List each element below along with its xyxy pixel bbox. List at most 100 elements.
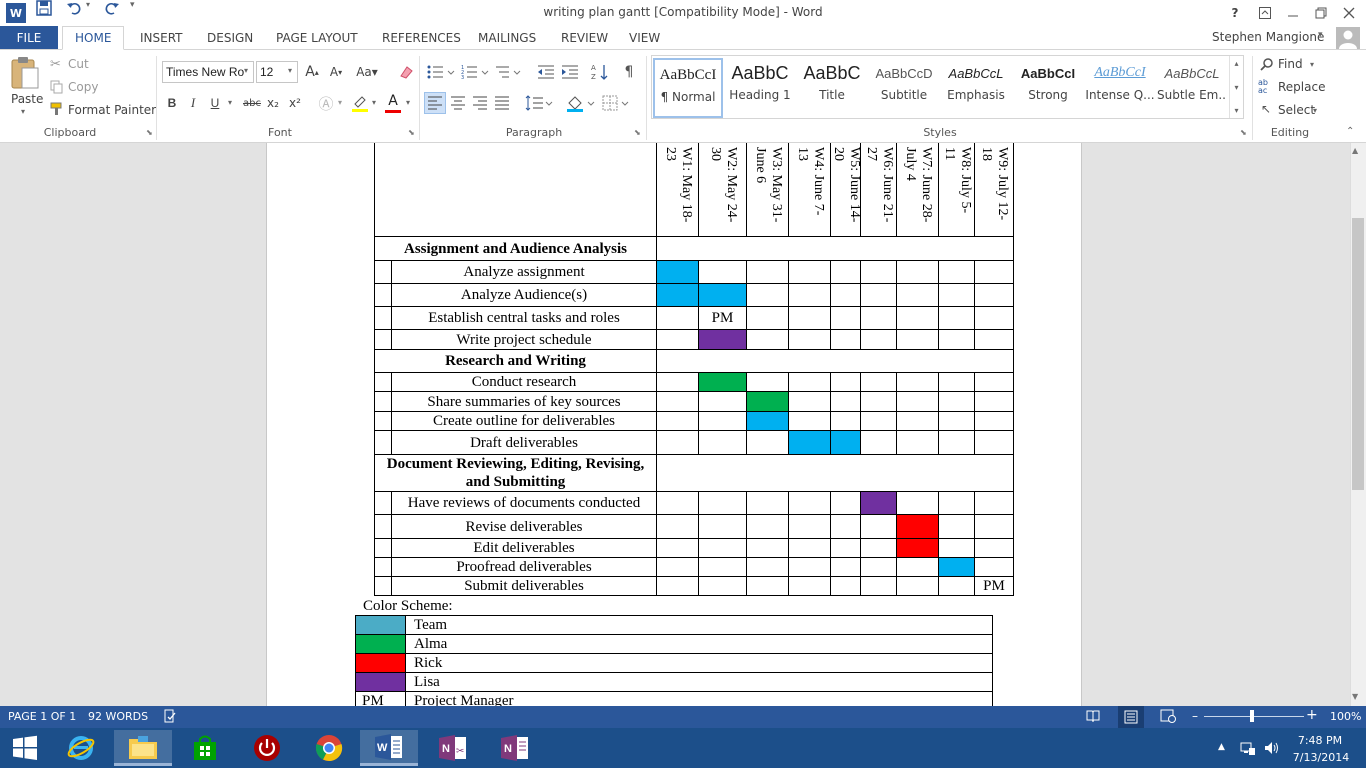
gantt-cell[interactable] (938, 283, 975, 307)
file-explorer-icon[interactable] (114, 730, 172, 766)
onenote-clip-icon[interactable]: N ✂ (424, 730, 482, 766)
underline-dropdown-icon[interactable]: ▾ (228, 98, 232, 107)
task-name[interactable]: Conduct research (391, 372, 657, 392)
gantt-cell[interactable] (830, 329, 861, 350)
chevron-down-icon[interactable]: ▾ (1310, 60, 1314, 69)
gantt-cell[interactable] (896, 329, 939, 350)
chevron-down-icon[interactable]: ▾ (338, 98, 342, 107)
gantt-cell[interactable] (830, 576, 861, 596)
gantt-cell[interactable] (746, 329, 789, 350)
task-name[interactable]: Write project schedule (391, 329, 657, 350)
word-icon[interactable]: W (360, 730, 418, 766)
gantt-cell[interactable] (830, 391, 861, 412)
gantt-bar-team[interactable] (656, 260, 699, 284)
gantt-cell-role[interactable]: PM (698, 306, 747, 330)
gantt-cell[interactable] (746, 283, 789, 307)
font-name-combo[interactable]: Times New Ro (162, 61, 254, 83)
copy-button[interactable]: Copy (68, 80, 98, 94)
tab-design[interactable]: DESIGN (207, 26, 253, 50)
proofing-icon[interactable] (163, 709, 177, 723)
gantt-bar-lisa[interactable] (698, 329, 747, 350)
gantt-cell[interactable] (860, 283, 897, 307)
underline-button[interactable]: U (208, 93, 222, 113)
scrollbar-thumb[interactable] (1352, 218, 1364, 490)
gantt-cell[interactable] (860, 391, 897, 412)
gantt-cell[interactable] (698, 391, 747, 412)
gantt-cell[interactable] (974, 430, 1014, 455)
gantt-cell[interactable] (746, 491, 789, 515)
gantt-cell[interactable] (788, 514, 831, 539)
chevron-down-icon[interactable]: ▾ (1234, 83, 1238, 92)
gantt-cell[interactable] (938, 372, 975, 392)
gantt-cell[interactable] (656, 329, 699, 350)
gantt-cell[interactable] (788, 329, 831, 350)
undo-dropdown-icon[interactable]: ▾ (86, 0, 96, 9)
align-left-button[interactable] (424, 92, 446, 114)
gantt-cell[interactable] (698, 491, 747, 515)
zoom-slider[interactable] (1204, 716, 1304, 717)
styles-scroll[interactable]: ▴ ▾ ▾ (1229, 56, 1243, 118)
gantt-cell[interactable] (896, 576, 939, 596)
gantt-cell[interactable] (974, 329, 1014, 350)
gantt-cell[interactable] (656, 306, 699, 330)
clock-time[interactable]: 7:48 PM (1296, 734, 1344, 747)
gantt-cell[interactable] (896, 306, 939, 330)
gantt-cell[interactable] (860, 576, 897, 596)
cut-button[interactable]: Cut (68, 57, 89, 71)
gantt-cell[interactable] (938, 329, 975, 350)
gantt-cell[interactable] (698, 538, 747, 558)
onenote-icon[interactable]: N (486, 730, 544, 766)
style-strong[interactable]: AaBbCcI Strong (1013, 58, 1083, 118)
gantt-cell[interactable] (788, 306, 831, 330)
dialog-launcher-icon[interactable]: ⬊ (408, 128, 415, 137)
task-name[interactable]: Share summaries of key sources (391, 391, 657, 412)
gantt-cell[interactable] (746, 372, 789, 392)
gantt-cell[interactable] (974, 306, 1014, 330)
align-center-icon[interactable] (448, 93, 468, 113)
gantt-cell[interactable] (896, 283, 939, 307)
dialog-launcher-icon[interactable]: ⬊ (1240, 128, 1247, 137)
gantt-bar-alma[interactable] (698, 372, 747, 392)
gantt-cell[interactable] (860, 538, 897, 558)
chevron-down-icon[interactable]: ▾ (406, 98, 410, 107)
dialog-launcher-icon[interactable]: ⬊ (146, 128, 153, 137)
user-dropdown-icon[interactable]: ▾ (1318, 30, 1323, 40)
page-count[interactable]: PAGE 1 OF 1 (8, 710, 76, 723)
change-case-icon[interactable]: Aa▾ (354, 62, 380, 82)
task-name[interactable]: Submit deliverables (391, 576, 657, 596)
gantt-cell[interactable] (938, 430, 975, 455)
gantt-cell[interactable] (860, 329, 897, 350)
print-layout-button[interactable] (1118, 706, 1144, 728)
task-name[interactable]: Have reviews of documents conducted (391, 491, 657, 515)
word-logo-icon[interactable]: W (6, 3, 26, 23)
gantt-bar-lisa[interactable] (860, 491, 897, 515)
gantt-cell[interactable] (860, 306, 897, 330)
select-button[interactable]: Select (1278, 103, 1315, 117)
task-name[interactable]: Draft deliverables (391, 430, 657, 455)
task-name[interactable]: Edit deliverables (391, 538, 657, 558)
gantt-bar-team[interactable] (746, 411, 789, 431)
gantt-cell[interactable] (788, 372, 831, 392)
gantt-cell[interactable] (974, 538, 1014, 558)
tab-home[interactable]: HOME (62, 26, 125, 50)
avatar[interactable] (1336, 27, 1360, 49)
power-app-icon[interactable] (238, 730, 296, 766)
gantt-cell[interactable] (698, 557, 747, 577)
gantt-cell[interactable] (938, 411, 975, 431)
bullets-icon[interactable] (426, 62, 456, 82)
gantt-cell[interactable] (830, 491, 861, 515)
task-name[interactable]: Create outline for deliverables (391, 411, 657, 431)
gantt-cell[interactable] (860, 260, 897, 284)
gantt-cell[interactable] (974, 260, 1014, 284)
help-button[interactable]: ? (1220, 0, 1250, 26)
gantt-cell[interactable] (896, 491, 939, 515)
gantt-cell[interactable] (896, 411, 939, 431)
gantt-cell[interactable] (788, 411, 831, 431)
gantt-cell[interactable] (860, 430, 897, 455)
gantt-cell[interactable] (746, 538, 789, 558)
gantt-bar-alma[interactable] (746, 391, 789, 412)
gantt-bar-team[interactable] (656, 283, 699, 307)
gantt-cell[interactable] (656, 514, 699, 539)
style-subtitle[interactable]: AaBbCcD Subtitle (869, 58, 939, 118)
more-styles-icon[interactable]: ▾ (1234, 106, 1238, 115)
